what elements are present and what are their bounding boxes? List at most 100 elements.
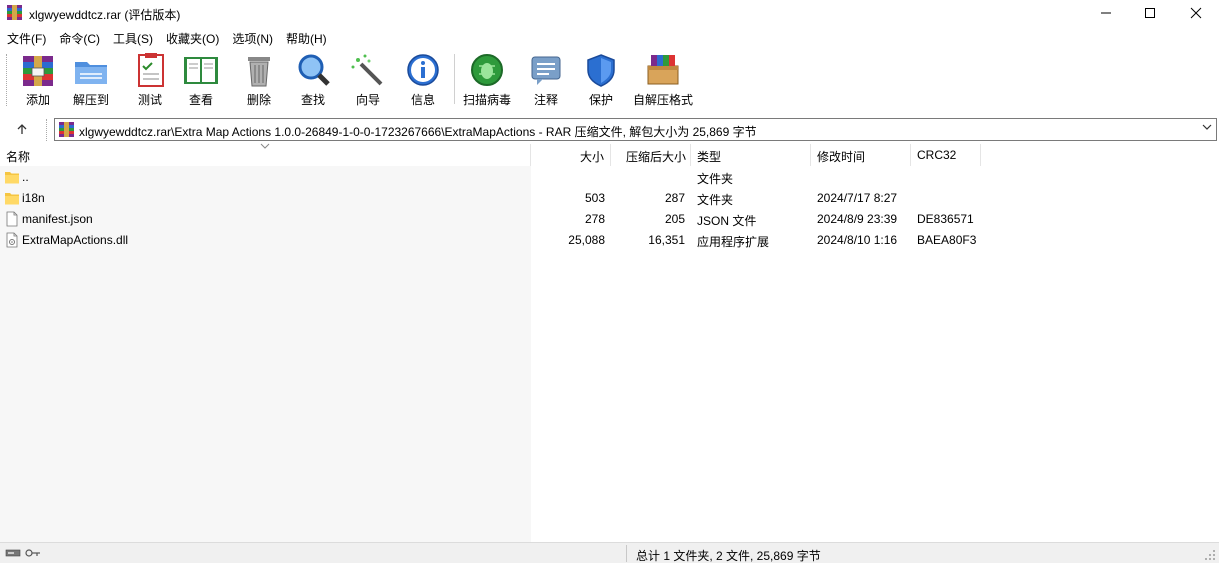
- path-combobox[interactable]: xlgwyewddtcz.rar\Extra Map Actions 1.0.0…: [54, 118, 1217, 141]
- menu-favorites[interactable]: 收藏夹(O): [159, 27, 225, 47]
- toolbar: 添加 解压到 测试 查看 删除 查找 向导 信息 扫描病毒 注释 保护 自解压格…: [0, 48, 1219, 114]
- extract-button[interactable]: 解压到: [72, 52, 110, 110]
- column-type-label: 类型: [697, 150, 722, 164]
- sort-caret-icon: [260, 141, 270, 151]
- key-icon: [25, 549, 40, 557]
- address-separator: [46, 119, 47, 141]
- column-size[interactable]: 大小: [531, 144, 611, 166]
- status-summary: 总计 1 文件夹, 2 文件, 25,869 字节: [636, 549, 821, 563]
- column-name-label: 名称: [6, 150, 31, 164]
- self-extract-box-icon: [647, 55, 679, 85]
- column-crc-label: CRC32: [917, 148, 957, 162]
- address-bar: xlgwyewddtcz.rar\Extra Map Actions 1.0.0…: [0, 115, 1219, 143]
- wizard-button[interactable]: 向导: [349, 52, 387, 110]
- find-button[interactable]: 查找: [294, 52, 332, 110]
- status-icons: [5, 547, 41, 559]
- file-type: 文件夹: [697, 172, 734, 186]
- drive-icon: [5, 549, 21, 557]
- column-crc[interactable]: CRC32: [911, 144, 981, 166]
- file-row-manifest[interactable]: manifest.json 278 205 JSON 文件 2024/8/9 2…: [0, 209, 1219, 230]
- sfx-button[interactable]: 自解压格式: [633, 52, 693, 110]
- view-button[interactable]: 查看: [182, 52, 220, 110]
- column-packed-label: 压缩后大小: [625, 150, 686, 164]
- column-header: 名称 大小 压缩后大小 类型 修改时间 CRC32: [0, 141, 1219, 166]
- document-icon: [6, 211, 18, 227]
- sfx-label: 自解压格式: [633, 93, 694, 107]
- menu-help[interactable]: 帮助(H): [279, 27, 333, 47]
- status-divider: [626, 545, 627, 562]
- menu-tools[interactable]: 工具(S): [106, 27, 159, 47]
- comment-label: 注释: [533, 93, 558, 107]
- chevron-down-icon[interactable]: [1202, 122, 1212, 135]
- rar-archive-icon: [59, 122, 74, 137]
- info-label: 信息: [410, 93, 435, 107]
- magnifier-icon: [298, 54, 330, 86]
- path-text: xlgwyewddtcz.rar\Extra Map Actions 1.0.0…: [79, 125, 757, 139]
- scan-virus-button[interactable]: 扫描病毒: [463, 52, 511, 110]
- file-row-dll[interactable]: ExtraMapActions.dll 25,088 16,351 应用程序扩展…: [0, 230, 1219, 251]
- folder-icon: [5, 172, 19, 184]
- menu-options[interactable]: 选项(N): [225, 27, 279, 47]
- file-name: manifest.json: [22, 212, 93, 226]
- file-size: 25,088: [568, 233, 605, 247]
- minimize-icon: [1101, 12, 1111, 14]
- add-archive-icon: [23, 56, 53, 86]
- toolbar-separator: [454, 54, 455, 104]
- column-modified[interactable]: 修改时间: [811, 144, 911, 166]
- scan-virus-label: 扫描病毒: [463, 93, 512, 107]
- close-icon: [1190, 7, 1202, 19]
- column-size-label: 大小: [579, 150, 604, 164]
- extract-folder-icon: [75, 62, 107, 84]
- column-packed[interactable]: 压缩后大小: [611, 144, 691, 166]
- maximize-button[interactable]: [1127, 0, 1173, 26]
- file-row-parent[interactable]: .. 文件夹: [0, 167, 1219, 188]
- winrar-app-icon: [7, 5, 22, 20]
- menu-bar: 文件(F) 命令(C) 工具(S) 收藏夹(O) 选项(N) 帮助(H): [0, 27, 1219, 47]
- find-label: 查找: [300, 93, 325, 107]
- close-button[interactable]: [1173, 0, 1219, 26]
- file-size: 278: [584, 212, 605, 226]
- maximize-icon: [1145, 8, 1155, 18]
- minimize-button[interactable]: [1083, 0, 1129, 26]
- file-name: ..: [22, 170, 29, 184]
- up-folder-button[interactable]: [8, 119, 36, 139]
- file-modified: 2024/7/17 8:27: [817, 191, 898, 205]
- file-name: i18n: [22, 191, 45, 205]
- trash-icon: [248, 57, 270, 87]
- file-size: 503: [584, 191, 605, 205]
- virus-scan-icon: [471, 54, 503, 86]
- menu-command[interactable]: 命令(C): [52, 27, 106, 47]
- delete-label: 删除: [246, 93, 271, 107]
- column-name[interactable]: 名称: [0, 141, 531, 166]
- file-packed: 287: [664, 191, 685, 205]
- magic-wand-icon: [351, 54, 383, 86]
- menu-file[interactable]: 文件(F): [0, 27, 52, 47]
- test-button[interactable]: 测试: [131, 52, 169, 110]
- add-label: 添加: [25, 93, 50, 107]
- delete-button[interactable]: 删除: [240, 52, 278, 110]
- file-type: 文件夹: [697, 193, 734, 207]
- info-button[interactable]: 信息: [404, 52, 442, 110]
- resize-grip-icon[interactable]: [1204, 549, 1216, 561]
- test-label: 测试: [137, 93, 162, 107]
- file-modified: 2024/8/10 1:16: [817, 233, 898, 247]
- status-bar: 总计 1 文件夹, 2 文件, 25,869 字节: [0, 542, 1219, 563]
- window-title: xlgwyewddtcz.rar (评估版本): [29, 8, 181, 22]
- test-checklist-icon: [138, 53, 164, 87]
- title-bar: xlgwyewddtcz.rar (评估版本): [0, 0, 1219, 26]
- file-packed: 205: [664, 212, 685, 226]
- toolbar-grip: [6, 54, 9, 106]
- file-packed: 16,351: [648, 233, 685, 247]
- file-row-i18n[interactable]: i18n 503 287 文件夹 2024/7/17 8:27: [0, 188, 1219, 209]
- file-type: JSON 文件: [697, 214, 757, 228]
- comment-button[interactable]: 注释: [527, 52, 565, 110]
- shield-icon: [587, 54, 615, 87]
- folder-icon: [5, 193, 19, 205]
- add-button[interactable]: 添加: [19, 52, 57, 110]
- file-modified: 2024/8/9 23:39: [817, 212, 898, 226]
- protect-button[interactable]: 保护: [582, 52, 620, 110]
- file-name: ExtraMapActions.dll: [22, 233, 129, 247]
- view-label: 查看: [188, 93, 213, 107]
- file-crc: BAEA80F3: [917, 233, 977, 247]
- column-type[interactable]: 类型: [691, 144, 811, 166]
